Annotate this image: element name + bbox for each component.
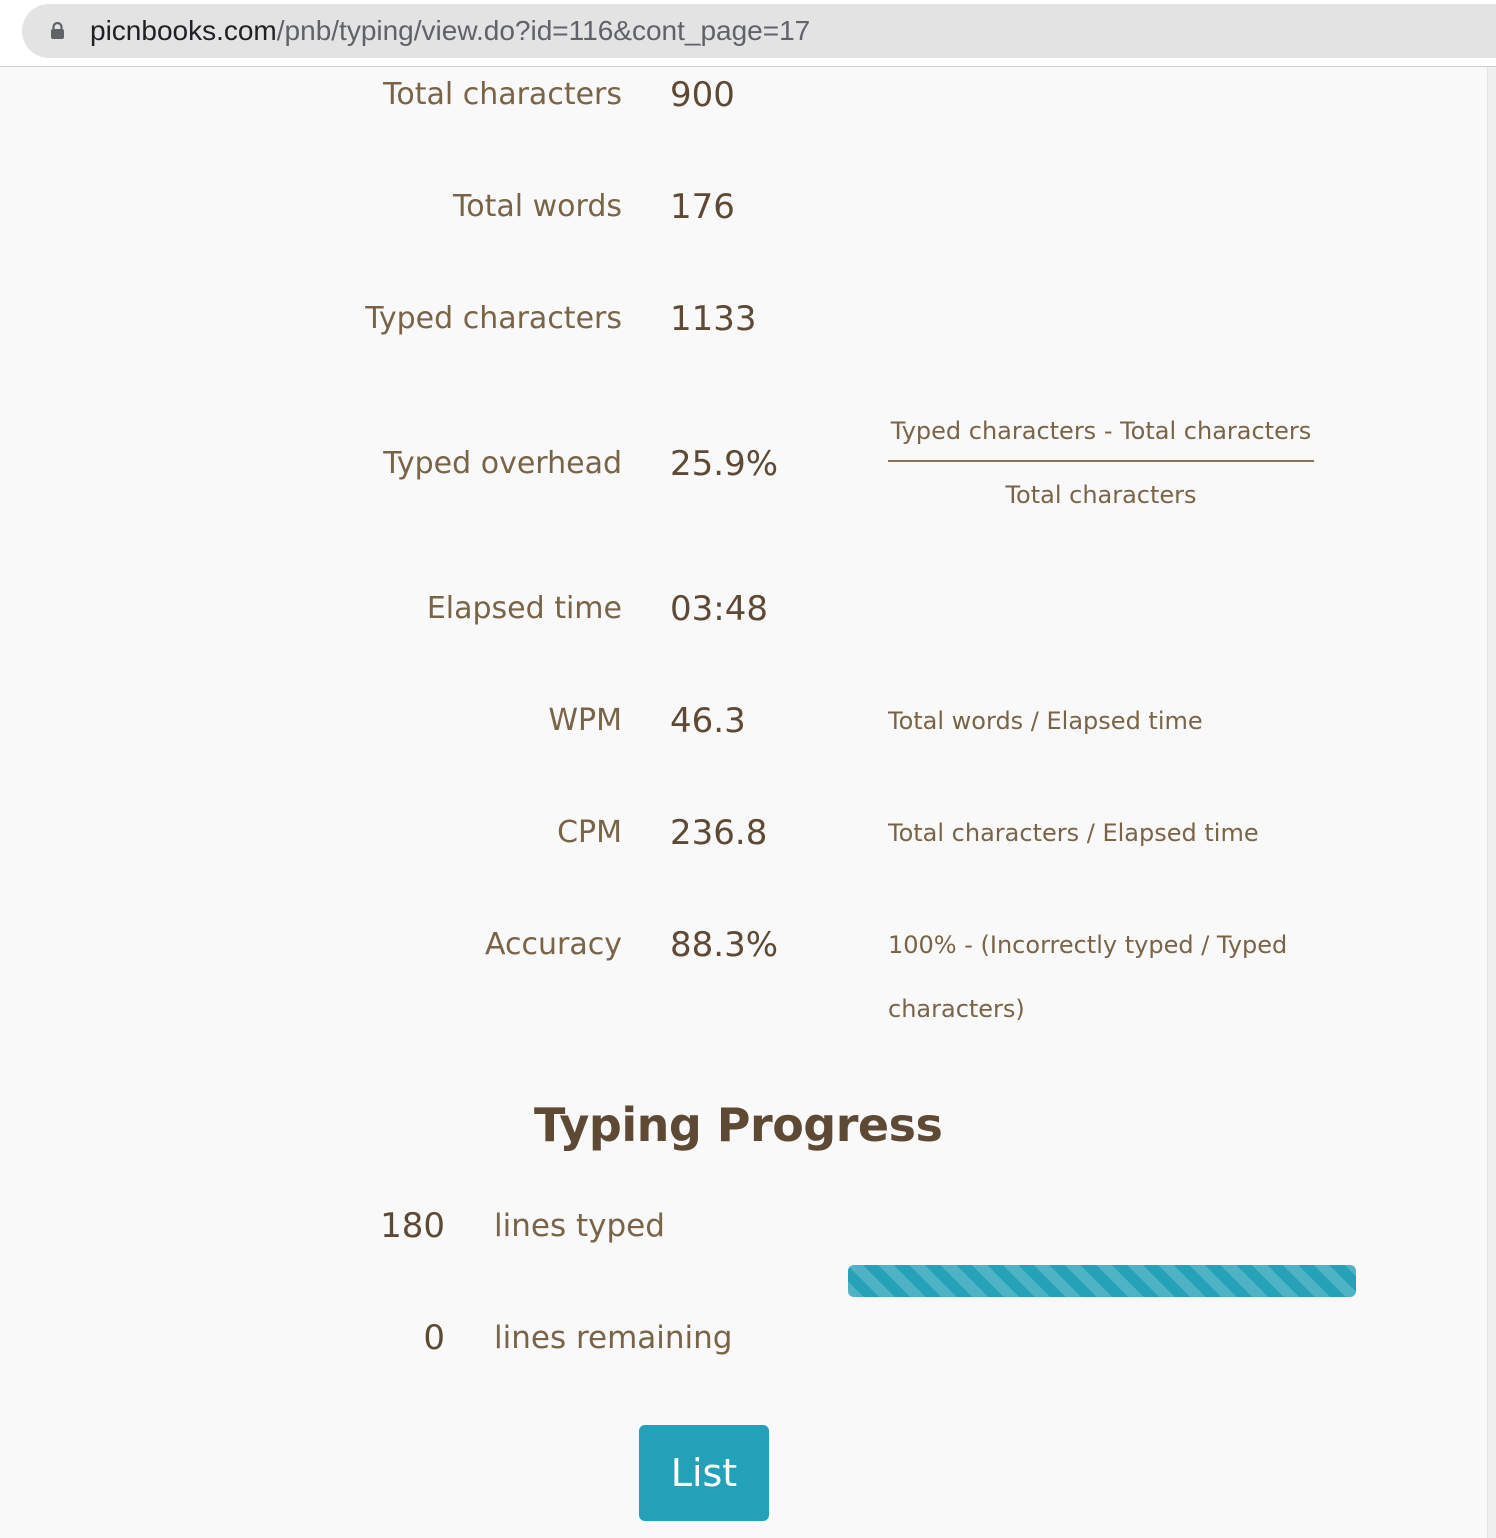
total-words-label: Total words [453,189,622,224]
elapsed-time-label: Elapsed time [426,591,622,626]
typed-overhead-label: Typed overhead [383,446,622,481]
wpm-formula: Total words / Elapsed time [888,707,1203,735]
typed-characters-value: 1133 [670,299,757,339]
total-characters-label: Total characters [383,77,622,112]
progress-bar-fill [848,1265,1356,1297]
cpm-formula: Total characters / Elapsed time [888,819,1259,847]
lock-icon [51,22,64,39]
wpm-value: 46.3 [670,701,746,741]
list-button[interactable]: List [639,1425,769,1521]
formula-numerator: Typed characters - Total characters [888,412,1314,462]
url-host: picnbooks.com [90,15,277,46]
url-text[interactable]: picnbooks.com/pnb/typing/view.do?id=116&… [90,14,810,48]
accuracy-label: Accuracy [485,927,622,962]
lines-typed-count: 180 [380,1206,445,1246]
typing-progress-bar [848,1265,1356,1297]
total-characters-value: 900 [670,75,735,115]
elapsed-time-value: 03:48 [670,589,768,629]
cpm-value: 236.8 [670,813,768,853]
formula-denominator: Total characters [1005,481,1197,509]
total-words-value: 176 [670,187,735,227]
accuracy-formula: 100% - (Incorrectly typed / Typed charac… [888,931,1288,1023]
lines-typed-label: lines typed [494,1208,665,1244]
cpm-label: CPM [557,815,622,850]
page-scrollbar[interactable] [1487,67,1496,1538]
browser-toolbar: picnbooks.com/pnb/typing/view.do?id=116&… [0,0,1496,67]
address-bar[interactable]: picnbooks.com/pnb/typing/view.do?id=116&… [22,4,1496,58]
typing-progress-title: Typing Progress [534,1098,943,1152]
typed-characters-label: Typed characters [365,301,622,336]
typed-overhead-value: 25.9% [670,444,779,484]
typed-overhead-formula: Typed characters - Total characters Tota… [888,412,1314,514]
url-path: /pnb/typing/view.do?id=116&cont_page=17 [276,15,811,46]
accuracy-value: 88.3% [670,925,779,965]
lines-remaining-label: lines remaining [494,1320,733,1356]
lines-remaining-count: 0 [423,1318,445,1358]
wpm-label: WPM [548,703,622,738]
